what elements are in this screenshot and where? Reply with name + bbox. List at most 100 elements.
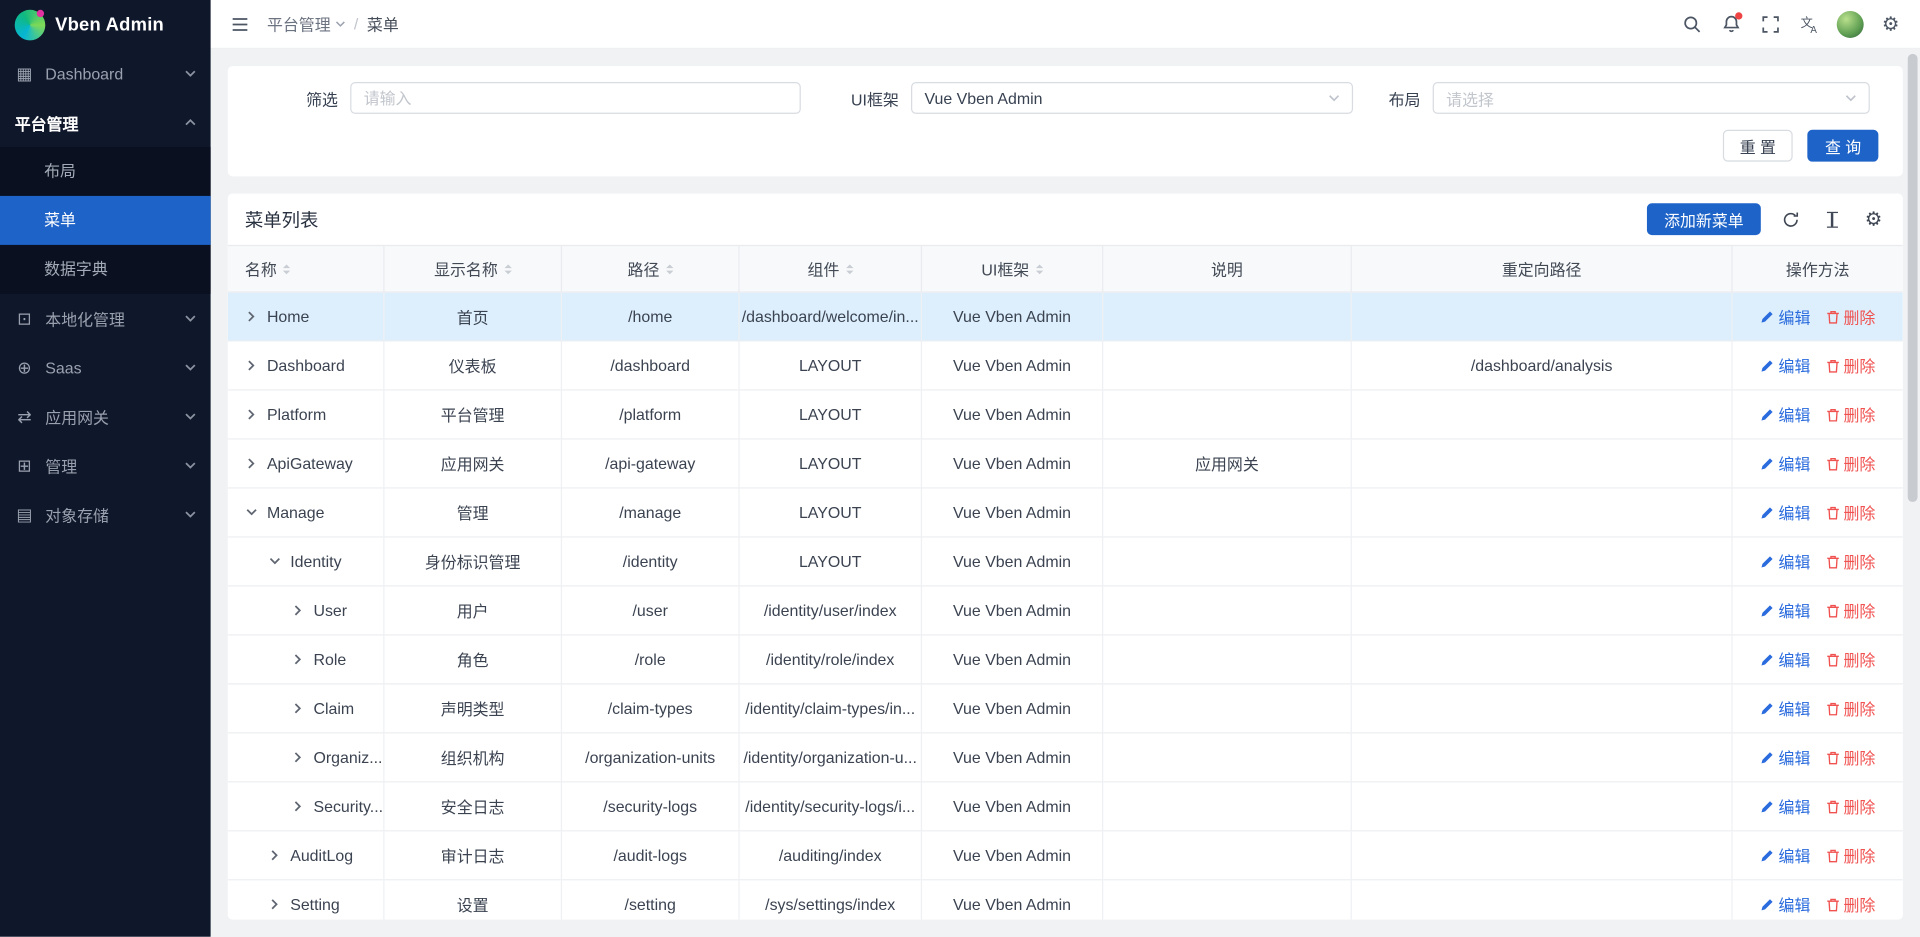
app-logo[interactable]: Vben Admin [0,0,211,49]
table-settings-icon[interactable]: ⚙ [1861,207,1885,231]
sort-icon[interactable] [283,264,290,274]
reset-button[interactable]: 重 置 [1723,130,1794,162]
expand-icon[interactable] [290,652,305,667]
delete-trash-icon [1825,897,1840,912]
query-button[interactable]: 查 询 [1808,130,1879,162]
delete-trash-icon [1825,309,1840,324]
table-row[interactable]: Platform 平台管理 /platform LAYOUT Vue Vben … [228,391,1903,440]
column-header-framework[interactable]: UI框架 [922,246,1103,291]
table-row[interactable]: Manage 管理 /manage LAYOUT Vue Vben Admin … [228,489,1903,538]
edit-link[interactable]: 编辑 [1760,648,1810,671]
sidebar-item-platform[interactable]: 平台管理 [0,98,211,147]
expand-icon[interactable] [290,750,305,765]
edit-link[interactable]: 编辑 [1760,795,1810,818]
delete-link[interactable]: 删除 [1825,550,1875,573]
expand-icon[interactable] [244,407,259,422]
sidebar-item-dashboard[interactable]: ▦ Dashboard [0,49,211,98]
settings-gear-icon[interactable]: ⚙ [1873,7,1907,41]
filter-keyword-input[interactable] [350,82,801,114]
delete-link[interactable]: 删除 [1825,403,1875,426]
edit-link[interactable]: 编辑 [1760,501,1810,524]
table-row[interactable]: Security... 安全日志 /security-logs /identit… [228,782,1903,831]
sort-icon[interactable] [504,264,511,274]
edit-link[interactable]: 编辑 [1760,305,1810,328]
column-header-actions: 操作方法 [1733,246,1903,291]
expand-icon[interactable] [267,897,282,912]
sidebar-submenu-platform: 布局 菜单 数据字典 [0,147,211,294]
column-header-display-name[interactable]: 显示名称 [384,246,562,291]
framework-select[interactable]: Vue Vben Admin [911,82,1353,114]
notification-bell-icon[interactable] [1714,7,1748,41]
fullscreen-icon[interactable] [1753,7,1787,41]
delete-link[interactable]: 删除 [1825,844,1875,867]
table-row[interactable]: User 用户 /user /identity/user/index Vue V… [228,587,1903,636]
sort-icon[interactable] [1035,264,1042,274]
sidebar-item-saas[interactable]: ⊕ Saas [0,343,211,392]
delete-link[interactable]: 删除 [1825,354,1875,377]
expand-icon[interactable] [290,799,305,814]
refresh-icon[interactable] [1778,207,1802,231]
delete-link[interactable]: 删除 [1825,599,1875,622]
sidebar-item-layout[interactable]: 布局 [0,147,211,196]
sidebar-item-object-storage[interactable]: ▤ 对象存储 [0,490,211,539]
layout-select[interactable]: 请选择 [1433,82,1870,114]
edit-link[interactable]: 编辑 [1760,403,1810,426]
edit-link[interactable]: 编辑 [1760,452,1810,475]
expand-icon[interactable] [290,603,305,618]
sidebar-item-data-dictionary[interactable]: 数据字典 [0,245,211,294]
delete-link[interactable]: 删除 [1825,746,1875,769]
expand-icon[interactable] [244,309,259,324]
translate-icon[interactable]: 文A [1793,7,1827,41]
table-row[interactable]: Home 首页 /home /dashboard/welcome/in... V… [228,293,1903,342]
expand-icon[interactable] [290,701,305,716]
table-row[interactable]: Identity 身份标识管理 /identity LAYOUT Vue Vbe… [228,538,1903,587]
sort-icon[interactable] [666,264,673,274]
delete-trash-icon [1825,505,1840,520]
add-menu-button[interactable]: 添加新菜单 [1647,203,1761,235]
sort-icon[interactable] [846,264,853,274]
sidebar-item-localization[interactable]: ⊡ 本地化管理 [0,294,211,343]
delete-link[interactable]: 删除 [1825,697,1875,720]
table-row[interactable]: AuditLog 审计日志 /audit-logs /auditing/inde… [228,831,1903,880]
edit-link[interactable]: 编辑 [1760,550,1810,573]
breadcrumb-parent[interactable]: 平台管理 [267,12,345,35]
sidebar-collapse-icon[interactable] [223,7,257,41]
column-header-component[interactable]: 组件 [740,246,922,291]
avatar[interactable] [1837,10,1864,37]
edit-link[interactable]: 编辑 [1760,893,1810,916]
table-row[interactable]: ApiGateway 应用网关 /api-gateway LAYOUT Vue … [228,440,1903,489]
sidebar-item-api-gateway[interactable]: ⇄ 应用网关 [0,392,211,441]
row-height-icon[interactable] [1820,207,1844,231]
sidebar-item-manage[interactable]: ⊞ 管理 [0,441,211,490]
delete-link[interactable]: 删除 [1825,501,1875,524]
search-icon[interactable] [1675,7,1709,41]
sidebar-item-menu[interactable]: 菜单 [0,196,211,245]
delete-link[interactable]: 删除 [1825,452,1875,475]
delete-link[interactable]: 删除 [1825,893,1875,916]
edit-link[interactable]: 编辑 [1760,354,1810,377]
expand-icon[interactable] [244,358,259,373]
menu-name: Organiz... [313,748,382,766]
breadcrumb-current[interactable]: 菜单 [367,12,399,35]
framework-select-value: Vue Vben Admin [925,89,1043,107]
column-header-path[interactable]: 路径 [562,246,740,291]
scrollbar-thumb[interactable] [1908,54,1918,502]
delete-link[interactable]: 删除 [1825,648,1875,671]
delete-link[interactable]: 删除 [1825,795,1875,818]
edit-link[interactable]: 编辑 [1760,697,1810,720]
delete-link[interactable]: 删除 [1825,305,1875,328]
expand-icon[interactable] [244,505,259,520]
expand-icon[interactable] [267,848,282,863]
column-header-name[interactable]: 名称 [228,246,385,291]
edit-link[interactable]: 编辑 [1760,844,1810,867]
table-row[interactable]: Setting 设置 /setting /sys/settings/index … [228,880,1903,919]
edit-pencil-icon [1760,897,1775,912]
expand-icon[interactable] [267,554,282,569]
expand-icon[interactable] [244,456,259,471]
edit-link[interactable]: 编辑 [1760,746,1810,769]
table-row[interactable]: Role 角色 /role /identity/role/index Vue V… [228,636,1903,685]
table-row[interactable]: Organiz... 组织机构 /organization-units /ide… [228,733,1903,782]
edit-link[interactable]: 编辑 [1760,599,1810,622]
table-row[interactable]: Dashboard 仪表板 /dashboard LAYOUT Vue Vben… [228,342,1903,391]
table-row[interactable]: Claim 声明类型 /claim-types /identity/claim-… [228,684,1903,733]
